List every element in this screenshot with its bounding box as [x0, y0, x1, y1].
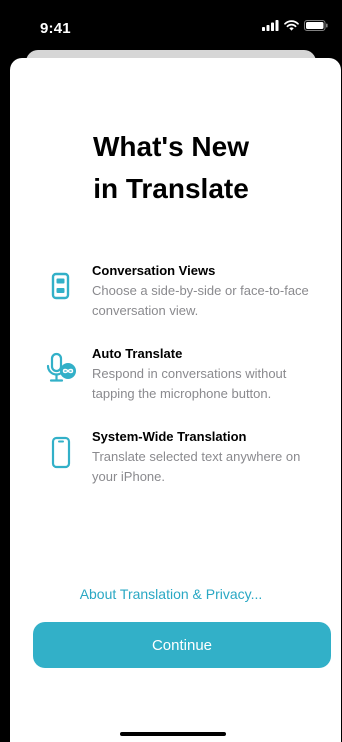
device-screen: 9:41 What's New in Translate Conversatio…	[0, 0, 342, 742]
status-icons	[262, 20, 328, 31]
status-bar: 9:41	[0, 0, 342, 46]
feature-auto-translate: Auto Translate Respond in conversations …	[0, 345, 342, 411]
feature-conversation-views: Conversation Views Choose a side-by-side…	[0, 262, 342, 328]
feature-system-wide-translation: System-Wide Translation Translate select…	[0, 428, 342, 494]
iphone-icon	[51, 436, 71, 469]
feature-text: Auto Translate Respond in conversations …	[92, 345, 317, 404]
about-translation-privacy-link[interactable]: About Translation & Privacy...	[0, 584, 342, 604]
home-indicator	[120, 732, 226, 736]
microphone-infinity-icon	[46, 352, 76, 382]
continue-button[interactable]: Continue	[33, 622, 331, 668]
feature-description: Translate selected text anywhere on your…	[92, 449, 301, 484]
feature-title: Conversation Views	[92, 263, 216, 278]
wifi-icon	[284, 20, 299, 31]
feature-title: Auto Translate	[92, 346, 183, 361]
page-title-line-1: What's New	[92, 131, 249, 162]
feature-text: System-Wide Translation Translate select…	[92, 428, 317, 487]
battery-icon	[304, 20, 328, 31]
signal-icon	[262, 20, 279, 31]
feature-description: Choose a side-by-side or face-to-face co…	[92, 283, 309, 318]
feature-title: System-Wide Translation	[92, 429, 247, 444]
page-title-line-2: in Translate	[93, 173, 249, 204]
page-title: What's New in Translate	[0, 126, 342, 210]
feature-text: Conversation Views Choose a side-by-side…	[92, 262, 317, 321]
feature-description: Respond in conversations without tapping…	[92, 366, 287, 401]
status-time: 9:41	[40, 20, 71, 37]
conversation-views-icon	[51, 272, 70, 300]
